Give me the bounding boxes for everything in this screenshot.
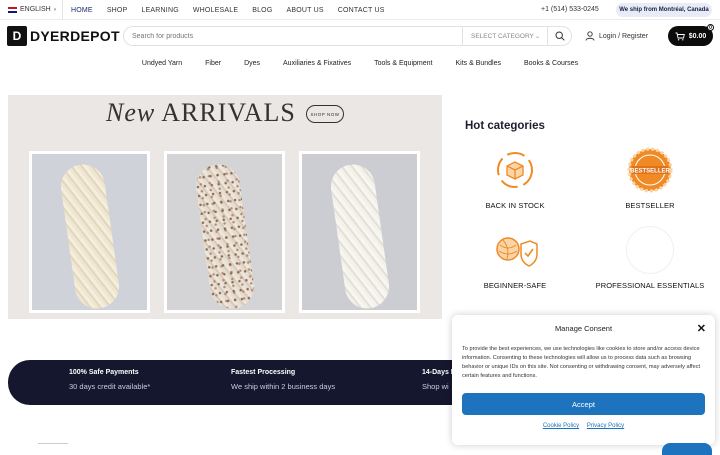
search-input[interactable] bbox=[124, 32, 462, 40]
login-label: Login / Register bbox=[599, 32, 649, 40]
feature-subtitle: 30 days credit available* bbox=[69, 382, 151, 391]
chevron-down-icon: ⌄ bbox=[534, 33, 540, 40]
language-switcher[interactable]: ENGLISH ▾ bbox=[8, 6, 56, 13]
policy-links: Cookie Policy Privacy Policy bbox=[452, 423, 715, 429]
feature-subtitle: We ship within 2 business days bbox=[231, 382, 336, 391]
feature-title: 14-Days R bbox=[422, 369, 456, 376]
chat-widget-button[interactable] bbox=[662, 443, 712, 455]
uk-flag-icon bbox=[8, 6, 17, 13]
nav-blog[interactable]: BLOG bbox=[252, 7, 272, 14]
hot-category-label: BEGINNER-SAFE bbox=[483, 281, 547, 290]
feature-returns: 14-Days R Shop wi bbox=[422, 369, 456, 391]
cart-total: $0.00 bbox=[688, 32, 707, 40]
search-bar: SELECT CATEGORY ⌄ bbox=[123, 26, 572, 46]
nav-shop[interactable]: SHOP bbox=[107, 7, 128, 14]
phone-number[interactable]: +1 (514) 533-0245 bbox=[541, 6, 599, 13]
close-icon[interactable]: ✕ bbox=[697, 322, 706, 335]
category-auxiliaries[interactable]: Auxiliaries & Fixatives bbox=[283, 60, 351, 67]
top-bar: ENGLISH ▾ HOME SHOP LEARNING WHOLESALE B… bbox=[0, 0, 720, 20]
yarn-shield-icon bbox=[491, 226, 539, 274]
user-icon bbox=[585, 31, 595, 41]
divider bbox=[38, 443, 68, 447]
yarn-skein-cream bbox=[57, 161, 122, 310]
cookie-consent-dialog: Manage Consent ✕ To provide the best exp… bbox=[452, 315, 715, 445]
category-undyed-yarn[interactable]: Undyed Yarn bbox=[142, 60, 182, 67]
hot-category-label: BESTSELLER bbox=[625, 201, 675, 210]
accept-button[interactable]: Accept bbox=[462, 393, 705, 415]
hot-category-back-in-stock[interactable]: BACK IN STOCK bbox=[460, 146, 570, 210]
hot-categories-title: Hot categories bbox=[465, 120, 545, 132]
nav-wholesale[interactable]: WHOLESALE bbox=[193, 7, 238, 14]
nav-contact-us[interactable]: CONTACT US bbox=[338, 7, 385, 14]
consent-title: Manage Consent bbox=[554, 324, 613, 333]
hot-category-label: PROFESSIONAL ESSENTIALS bbox=[595, 281, 705, 290]
logo-mark: D bbox=[7, 26, 27, 46]
chevron-down-icon: ▾ bbox=[53, 6, 57, 13]
category-select-label: SELECT CATEGORY bbox=[471, 32, 534, 40]
yarn-skein-white bbox=[327, 161, 392, 310]
nav-learning[interactable]: LEARNING bbox=[141, 7, 178, 14]
hot-category-professional-essentials[interactable]: PROFESSIONAL ESSENTIALS bbox=[595, 226, 705, 290]
new-arrivals-banner[interactable]: New ARRIVALS SHOP NOW bbox=[8, 95, 442, 319]
nav-about-us[interactable]: ABOUT US bbox=[286, 7, 323, 14]
box-arrows-icon bbox=[491, 146, 539, 194]
shop-now-button[interactable]: SHOP NOW bbox=[306, 105, 344, 123]
logo-text: DYERDEPOT bbox=[30, 28, 120, 44]
logo[interactable]: D DYERDEPOT bbox=[7, 25, 120, 47]
category-dyes[interactable]: Dyes bbox=[244, 60, 260, 67]
feature-title: Fastest Processing bbox=[231, 369, 296, 376]
category-select[interactable]: SELECT CATEGORY ⌄ bbox=[462, 27, 547, 45]
cart-button[interactable]: $0.00 0 bbox=[668, 24, 714, 46]
consent-body: To provide the best experiences, we use … bbox=[462, 346, 701, 379]
ship-badge: We ship from Montréal, Canada bbox=[616, 3, 712, 17]
yarn-image-3 bbox=[299, 151, 420, 313]
professional-essentials-image bbox=[626, 226, 674, 274]
feature-title: 100% Safe Payments bbox=[69, 369, 139, 376]
category-tools[interactable]: Tools & Equipment bbox=[374, 60, 432, 67]
hot-category-label: BACK IN STOCK bbox=[485, 201, 545, 210]
cart-count-badge: 0 bbox=[707, 24, 714, 31]
search-button[interactable] bbox=[547, 27, 571, 45]
feature-safe-payments: 100% Safe Payments 30 days credit availa… bbox=[69, 369, 150, 391]
category-books[interactable]: Books & Courses bbox=[524, 60, 578, 67]
category-nav: Undyed Yarn Fiber Dyes Auxiliaries & Fix… bbox=[0, 52, 720, 74]
category-fiber[interactable]: Fiber bbox=[205, 60, 221, 67]
cookie-policy-link[interactable]: Cookie Policy bbox=[543, 423, 579, 429]
yarn-image-1 bbox=[29, 151, 150, 313]
hero-title-main: ARRIVALS bbox=[161, 98, 296, 127]
yarn-skein-speckled bbox=[192, 161, 257, 310]
feature-fast-processing: Fastest Processing We ship within 2 busi… bbox=[231, 369, 335, 391]
language-label: ENGLISH bbox=[20, 6, 51, 13]
category-kits[interactable]: Kits & Bundles bbox=[455, 60, 501, 67]
hero-title: New ARRIVALS bbox=[106, 98, 296, 128]
nav-home[interactable]: HOME bbox=[71, 7, 93, 14]
feature-subtitle: Shop wi bbox=[422, 382, 449, 391]
hot-category-bestseller[interactable]: BESTSELLER BESTSELLER bbox=[595, 146, 705, 210]
header: D DYERDEPOT SELECT CATEGORY ⌄ Login / Re… bbox=[0, 20, 720, 52]
privacy-policy-link[interactable]: Privacy Policy bbox=[587, 423, 624, 429]
hero-title-script: New bbox=[106, 98, 156, 127]
svg-text:BESTSELLER: BESTSELLER bbox=[630, 169, 670, 175]
bestseller-badge-icon: BESTSELLER bbox=[626, 146, 674, 194]
top-nav: HOME SHOP LEARNING WHOLESALE BLOG ABOUT … bbox=[62, 0, 399, 20]
search-icon bbox=[554, 31, 565, 41]
hot-category-beginner-safe[interactable]: BEGINNER-SAFE bbox=[460, 226, 570, 290]
cart-icon bbox=[675, 32, 685, 40]
yarn-image-2 bbox=[164, 151, 285, 313]
login-register-link[interactable]: Login / Register bbox=[585, 31, 648, 41]
